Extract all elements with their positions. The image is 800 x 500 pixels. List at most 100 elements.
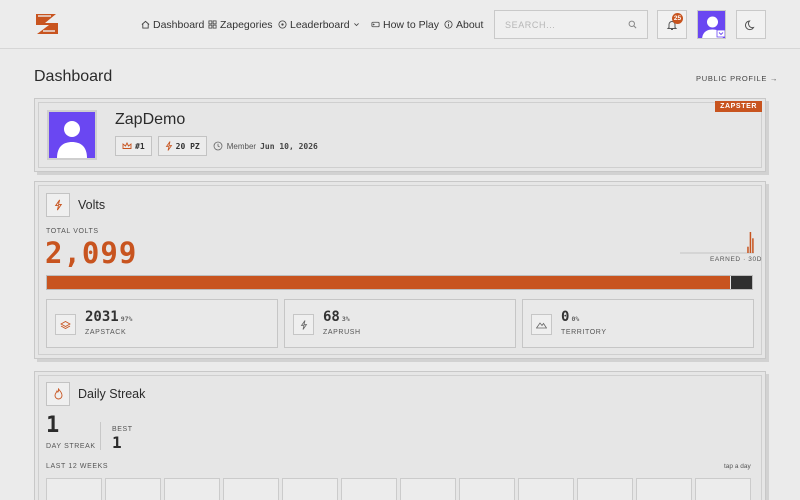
- stat-zapstack-value: 2031: [85, 309, 119, 325]
- stat-territory-value-wrap: 0 0%: [561, 309, 579, 325]
- top-navbar: Dashboard Zapegories Leaderboard How to …: [0, 0, 800, 49]
- streak-title: Daily Streak: [78, 387, 146, 401]
- streak-divider: [100, 422, 101, 450]
- profile-card: ZAPSTER ZapDemo #1 20 PZ Member Jun 10, …: [34, 98, 766, 172]
- week-cell[interactable]: [518, 478, 574, 500]
- rank-value: #1: [135, 141, 145, 151]
- best-streak-value: 1: [112, 433, 122, 452]
- info-icon: [444, 20, 453, 29]
- gamepad-icon: [371, 21, 380, 28]
- stat-territory-pct: 0%: [571, 315, 580, 323]
- mountain-icon: [536, 322, 547, 329]
- volts-progress-bar: [46, 275, 753, 290]
- nav-label-leaderboard: Leaderboard: [290, 18, 350, 31]
- flame-icon: [54, 388, 62, 400]
- search-input[interactable]: [505, 19, 628, 30]
- stat-zapstack[interactable]: 2031 97% ZAPSTACK: [46, 299, 278, 348]
- chevron-down-icon: [353, 23, 359, 27]
- nav-label-about: About: [456, 18, 484, 31]
- stack-icon: [60, 320, 71, 329]
- week-cell[interactable]: [282, 478, 338, 500]
- search-icon[interactable]: [628, 20, 637, 29]
- bolt-icon-box: [293, 314, 314, 335]
- nav-item-leaderboard[interactable]: Leaderboard: [278, 0, 360, 49]
- clock-icon: [213, 141, 223, 151]
- zap-points-value: 20 PZ: [175, 141, 200, 151]
- mountain-icon-box: [531, 314, 552, 335]
- zap-points-badge[interactable]: 20 PZ: [157, 136, 207, 156]
- sparkline-bar: [747, 246, 749, 253]
- nav-label-dashboard: Dashboard: [153, 18, 205, 31]
- stat-zapstack-label: ZAPSTACK: [85, 329, 127, 336]
- stat-territory-value: 0: [561, 309, 570, 325]
- stat-zaprush[interactable]: 68 3% ZAPRUSH: [284, 299, 516, 348]
- week-cell[interactable]: [695, 478, 751, 500]
- stat-territory-label: TERRITORY: [561, 329, 607, 336]
- user-avatar-icon: [702, 16, 725, 38]
- member-date: Jun 10, 2026: [260, 141, 318, 151]
- week-cell[interactable]: [46, 478, 102, 500]
- current-streak-label: DAY STREAK: [46, 443, 96, 450]
- public-profile-link[interactable]: PUBLIC PROFILE →: [696, 74, 778, 83]
- current-streak-value: 1: [46, 413, 60, 438]
- stat-zaprush-pct: 3%: [341, 315, 350, 323]
- nav-item-zapegories[interactable]: Zapegories: [208, 0, 273, 49]
- profile-badges: #1 20 PZ Member Jun 10, 2026: [115, 136, 318, 156]
- page-title: Dashboard: [34, 68, 113, 85]
- streak-section-icon: [46, 382, 70, 406]
- volts-progress-fill: [47, 276, 731, 289]
- profile-avatar[interactable]: [47, 110, 97, 160]
- member-since: Member Jun 10, 2026: [213, 141, 318, 151]
- week-cell[interactable]: [459, 478, 515, 500]
- best-streak-label: BEST: [112, 426, 133, 433]
- tap-a-day-hint: tap a day: [724, 463, 751, 470]
- profile-tag-badge: ZAPSTER: [715, 101, 762, 112]
- total-volts-value: 2,099: [45, 236, 138, 270]
- total-volts-label: TOTAL VOLTS: [46, 228, 99, 235]
- earned-30d-label: EARNED · 30D: [710, 256, 762, 263]
- week-cell[interactable]: [577, 478, 633, 500]
- target-icon: [278, 20, 287, 29]
- notification-count-badge: 25: [672, 13, 683, 24]
- sparkline-bar: [749, 232, 752, 253]
- notifications-button[interactable]: 25: [657, 10, 687, 39]
- week-cell[interactable]: [164, 478, 220, 500]
- theme-toggle-button[interactable]: [736, 10, 766, 39]
- stat-zaprush-label: ZAPRUSH: [323, 329, 361, 336]
- crown-icon: [122, 142, 132, 149]
- stat-zapstack-pct: 97%: [120, 315, 133, 323]
- nav-item-dashboard[interactable]: Dashboard: [141, 0, 204, 49]
- profile-username: ZapDemo: [115, 111, 186, 128]
- last-12-weeks-label: LAST 12 WEEKS: [46, 463, 109, 470]
- bolt-icon: [54, 199, 62, 211]
- user-avatar-icon: [57, 121, 87, 158]
- moon-icon: [745, 19, 755, 30]
- grid-icon: [208, 20, 217, 29]
- home-icon: [141, 20, 150, 29]
- user-avatar-button[interactable]: [697, 10, 726, 39]
- week-cell[interactable]: [341, 478, 397, 500]
- nav-item-about[interactable]: About: [444, 0, 483, 49]
- week-cell[interactable]: [223, 478, 279, 500]
- volts-section-icon: [46, 193, 70, 217]
- nav-label-zapegories: Zapegories: [220, 18, 273, 31]
- volts-title: Volts: [78, 198, 106, 212]
- zap-logo-icon[interactable]: [34, 12, 60, 36]
- week-cell[interactable]: [400, 478, 456, 500]
- stat-zapstack-value-wrap: 2031 97%: [85, 309, 132, 325]
- week-cell[interactable]: [636, 478, 692, 500]
- member-label: Member: [226, 141, 257, 151]
- stat-territory[interactable]: 0 0% TERRITORY: [522, 299, 754, 348]
- bolt-icon: [300, 319, 307, 330]
- stat-zaprush-value: 68: [323, 309, 340, 325]
- volts-earned-sparkline: [680, 232, 754, 254]
- sparkline-bar: [752, 238, 754, 253]
- stat-zaprush-value-wrap: 68 3%: [323, 309, 350, 325]
- rank-badge[interactable]: #1: [115, 136, 152, 156]
- nav-item-how-to-play[interactable]: How to Play: [371, 0, 439, 49]
- stack-icon-box: [55, 314, 76, 335]
- bolt-icon: [165, 141, 172, 151]
- nav-label-how-to-play: How to Play: [383, 18, 440, 31]
- week-cell[interactable]: [105, 478, 161, 500]
- search-box[interactable]: [494, 10, 648, 39]
